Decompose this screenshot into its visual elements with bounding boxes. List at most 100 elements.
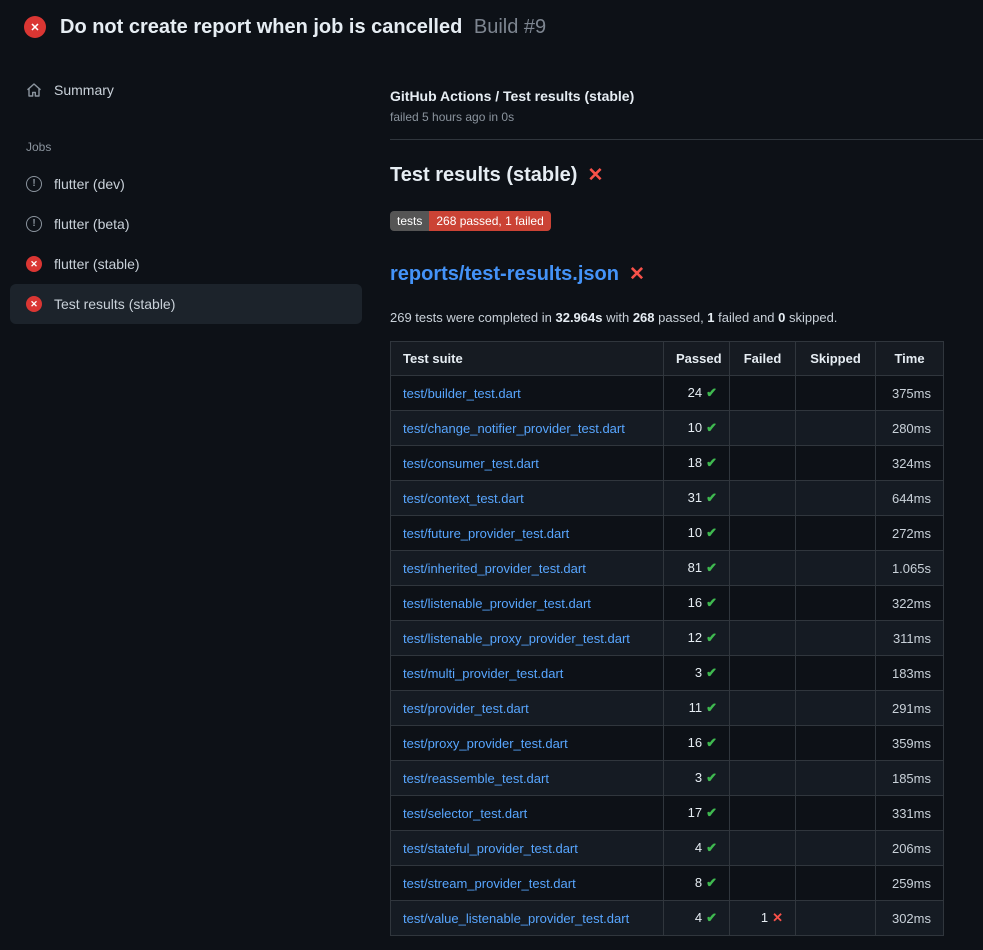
table-row: test/selector_test.dart 17✔ ✕ 331ms: [391, 796, 944, 831]
passed-count: 4: [695, 840, 702, 855]
jobs-list: ! flutter (dev) ! flutter (beta) ✕ flutt…: [10, 164, 362, 324]
table-row: test/reassemble_test.dart 3✔ ✕ 185ms: [391, 761, 944, 796]
passed-count: 24: [688, 385, 702, 400]
alert-circle-icon: !: [26, 216, 42, 232]
sidebar-job-item[interactable]: ✕ Test results (stable): [10, 284, 362, 324]
job-label: flutter (dev): [54, 176, 125, 192]
summary-text: with: [602, 310, 632, 325]
sidebar-job-item[interactable]: ! flutter (dev): [10, 164, 362, 204]
test-suite-link[interactable]: test/multi_provider_test.dart: [403, 666, 563, 681]
time-value: 206ms: [876, 831, 944, 866]
table-row: test/future_provider_test.dart 10✔ ✕ 272…: [391, 516, 944, 551]
check-icon: ✔: [706, 875, 717, 890]
x-circle-icon: ✕: [26, 256, 42, 272]
check-icon: ✔: [706, 770, 717, 785]
time-value: 359ms: [876, 726, 944, 761]
time-value: 272ms: [876, 516, 944, 551]
test-suite-link[interactable]: test/listenable_proxy_provider_test.dart: [403, 631, 630, 646]
time-value: 331ms: [876, 796, 944, 831]
check-icon: ✔: [706, 665, 717, 680]
sidebar-item-summary[interactable]: Summary: [10, 72, 362, 108]
tests-badge-value: 268 passed, 1 failed: [429, 211, 550, 231]
test-suite-link[interactable]: test/future_provider_test.dart: [403, 526, 569, 541]
test-suite-link[interactable]: test/proxy_provider_test.dart: [403, 736, 568, 751]
time-value: 280ms: [876, 411, 944, 446]
summary-failed-count: 1: [707, 310, 714, 325]
test-suite-link[interactable]: test/listenable_provider_test.dart: [403, 596, 591, 611]
col-header-failed: Failed: [730, 342, 796, 376]
table-row: test/provider_test.dart 11✔ ✕ 291ms: [391, 691, 944, 726]
results-section-title-text: Test results (stable): [390, 164, 577, 187]
time-value: 302ms: [876, 901, 944, 936]
table-row: test/stream_provider_test.dart 8✔ ✕ 259m…: [391, 866, 944, 901]
check-icon: ✔: [706, 630, 717, 645]
passed-count: 3: [695, 665, 702, 680]
sidebar-job-item[interactable]: ✕ flutter (stable): [10, 244, 362, 284]
table-row: test/multi_provider_test.dart 3✔ ✕ 183ms: [391, 656, 944, 691]
check-icon: ✔: [706, 490, 717, 505]
col-header-passed: Passed: [664, 342, 730, 376]
jobs-section-label: Jobs: [26, 140, 362, 154]
tests-badge: tests 268 passed, 1 failed: [390, 211, 551, 231]
col-header-test-suite: Test suite: [391, 342, 664, 376]
test-suite-link[interactable]: test/inherited_provider_test.dart: [403, 561, 586, 576]
run-status-line: failed 5 hours ago in 0s: [390, 110, 983, 124]
time-value: 322ms: [876, 586, 944, 621]
alert-circle-icon: !: [26, 176, 42, 192]
test-suite-link[interactable]: test/consumer_test.dart: [403, 456, 539, 471]
passed-count: 17: [688, 805, 702, 820]
content-divider: [390, 139, 983, 140]
time-value: 291ms: [876, 691, 944, 726]
test-suite-link[interactable]: test/value_listenable_provider_test.dart: [403, 911, 629, 926]
passed-count: 10: [688, 420, 702, 435]
test-suite-link[interactable]: test/stream_provider_test.dart: [403, 876, 576, 891]
tests-badge-label: tests: [390, 211, 429, 231]
table-row: test/consumer_test.dart 18✔ ✕ 324ms: [391, 446, 944, 481]
passed-count: 12: [688, 630, 702, 645]
x-circle-icon: ✕: [26, 296, 42, 312]
job-label: flutter (beta): [54, 216, 129, 232]
failed-x-icon: ✕: [629, 265, 645, 284]
time-value: 311ms: [876, 621, 944, 656]
check-icon: ✔: [706, 420, 717, 435]
breadcrumb: GitHub Actions / Test results (stable): [390, 88, 983, 104]
test-suite-link[interactable]: test/provider_test.dart: [403, 701, 529, 716]
passed-count: 16: [688, 595, 702, 610]
test-suite-link[interactable]: test/change_notifier_provider_test.dart: [403, 421, 625, 436]
home-icon: [26, 82, 42, 98]
passed-count: 16: [688, 735, 702, 750]
page-header: ✕ Do not create report when job is cance…: [0, 0, 983, 50]
summary-text: 269 tests were completed in: [390, 310, 555, 325]
time-value: 324ms: [876, 446, 944, 481]
summary-duration: 32.964s: [555, 310, 602, 325]
test-suite-link[interactable]: test/builder_test.dart: [403, 386, 521, 401]
report-file-link[interactable]: reports/test-results.json: [390, 263, 619, 286]
job-label: Test results (stable): [54, 296, 175, 312]
sidebar-job-item[interactable]: ! flutter (beta): [10, 204, 362, 244]
check-icon: ✔: [706, 560, 717, 575]
summary-text: passed,: [655, 310, 708, 325]
summary-passed-count: 268: [633, 310, 655, 325]
table-row: test/value_listenable_provider_test.dart…: [391, 901, 944, 936]
sidebar: Summary Jobs ! flutter (dev) ! flutter (…: [0, 50, 390, 324]
passed-count: 18: [688, 455, 702, 470]
check-icon: ✔: [706, 840, 717, 855]
table-row: test/builder_test.dart 24✔ ✕ 375ms: [391, 376, 944, 411]
col-header-skipped: Skipped: [796, 342, 876, 376]
time-value: 183ms: [876, 656, 944, 691]
time-value: 375ms: [876, 376, 944, 411]
time-value: 185ms: [876, 761, 944, 796]
test-suite-link[interactable]: test/stateful_provider_test.dart: [403, 841, 578, 856]
check-icon: ✔: [706, 700, 717, 715]
table-row: test/context_test.dart 31✔ ✕ 644ms: [391, 481, 944, 516]
summary-text: failed and: [715, 310, 779, 325]
summary-text: skipped.: [785, 310, 837, 325]
check-icon: ✔: [706, 595, 717, 610]
test-suite-link[interactable]: test/selector_test.dart: [403, 806, 527, 821]
test-suite-link[interactable]: test/reassemble_test.dart: [403, 771, 549, 786]
table-row: test/listenable_provider_test.dart 16✔ ✕…: [391, 586, 944, 621]
build-number: Build #9: [474, 16, 546, 38]
test-suite-link[interactable]: test/context_test.dart: [403, 491, 524, 506]
report-heading: reports/test-results.json ✕: [390, 263, 983, 286]
check-icon: ✔: [706, 910, 717, 925]
